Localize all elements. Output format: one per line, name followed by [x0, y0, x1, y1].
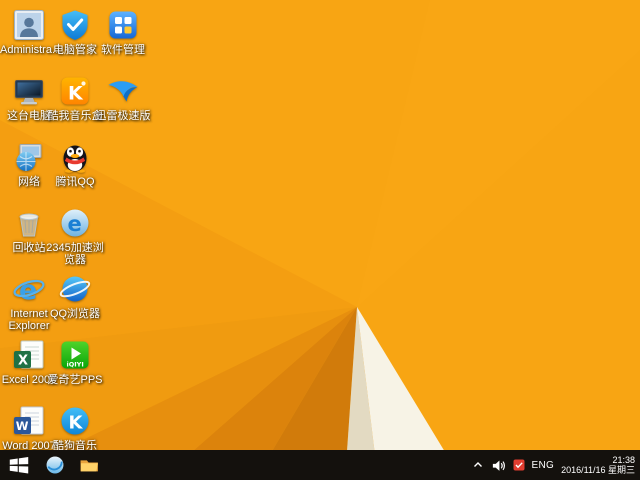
- start-button[interactable]: [0, 450, 38, 480]
- word-icon: W: [14, 406, 44, 435]
- icon-label: 电脑管家: [53, 44, 97, 56]
- icon-label: 爱奇艺PPS: [47, 374, 103, 386]
- 2345-browser-icon: e: [61, 209, 89, 237]
- svg-text:e: e: [68, 212, 82, 236]
- software-manager-icon: [109, 11, 137, 39]
- volume-icon[interactable]: [491, 458, 506, 473]
- recycle-bin-icon: [19, 213, 39, 237]
- windows-logo-icon: [9, 457, 29, 474]
- icon-label: 迅雷极速版: [95, 110, 151, 122]
- network-icon: [16, 144, 42, 171]
- svg-text:X: X: [18, 354, 28, 369]
- taskbar: ENG 21:38 2016/11/16 星期三: [0, 450, 640, 480]
- browser-icon: [46, 456, 64, 474]
- desktop-icon-tencent-qq[interactable]: 腾讯QQ: [46, 140, 104, 188]
- clock-time: 21:38: [612, 454, 635, 465]
- shield-icon: [62, 10, 88, 40]
- file-explorer-folder-icon: [80, 460, 98, 472]
- icon-label: 腾讯QQ: [55, 176, 95, 188]
- qq-browser-icon: [59, 276, 91, 302]
- kugou-music-icon: K: [61, 407, 89, 435]
- svg-text:e: e: [19, 275, 37, 306]
- desktop-icon-kugou-music[interactable]: K 酷狗音乐: [46, 404, 104, 452]
- thunder-bird-icon: [108, 81, 138, 102]
- language-indicator[interactable]: ENG: [532, 460, 555, 471]
- ie-icon: e: [13, 275, 45, 306]
- system-tray: ENG 21:38 2016/11/16 星期三: [472, 450, 637, 480]
- desktop-icon-2345-browser[interactable]: e 2345加速浏览器: [46, 206, 104, 266]
- desktop-icon-thunder-speed[interactable]: 迅雷极速版: [94, 74, 152, 122]
- icon-label: 网络: [18, 176, 40, 188]
- windows-desktop: Administra... 这台电脑 网络 回收站 e Internet Exp…: [0, 0, 640, 480]
- icon-label: 这台电脑: [7, 110, 51, 122]
- svg-text:W: W: [16, 419, 29, 433]
- svg-text:K: K: [69, 413, 84, 434]
- taskbar-pinned-file-explorer[interactable]: [72, 450, 106, 480]
- svg-text:K: K: [68, 83, 84, 105]
- desktop-icon-qq-browser[interactable]: QQ浏览器: [46, 272, 104, 320]
- computer-icon: [15, 80, 43, 105]
- excel-icon: X: [14, 340, 44, 369]
- clock-date: 2016/11/16 星期三: [561, 465, 635, 475]
- desktop-icon-iqiyi-pps[interactable]: iQIYI 爱奇艺PPS: [46, 338, 104, 386]
- icon-label: 回收站: [12, 242, 46, 254]
- icon-label: 软件管理: [101, 44, 145, 56]
- icon-label: QQ浏览器: [49, 308, 101, 320]
- user-account-icon: [14, 10, 44, 40]
- taskbar-clock[interactable]: 21:38 2016/11/16 星期三: [561, 455, 637, 476]
- svg-text:iQIYI: iQIYI: [67, 361, 84, 369]
- desktop-icon-software-manager[interactable]: 软件管理: [94, 8, 152, 56]
- qq-penguin-icon: [63, 145, 87, 173]
- icon-label: 2345加速浏览器: [46, 242, 104, 266]
- hidden-icons-chevron-icon[interactable]: [472, 459, 484, 471]
- iqiyi-pps-icon: iQIYI: [61, 341, 89, 369]
- taskbar-pinned-browser[interactable]: [38, 450, 72, 480]
- security-tray-icon[interactable]: [513, 459, 525, 471]
- kuwo-music-icon: K: [61, 77, 89, 105]
